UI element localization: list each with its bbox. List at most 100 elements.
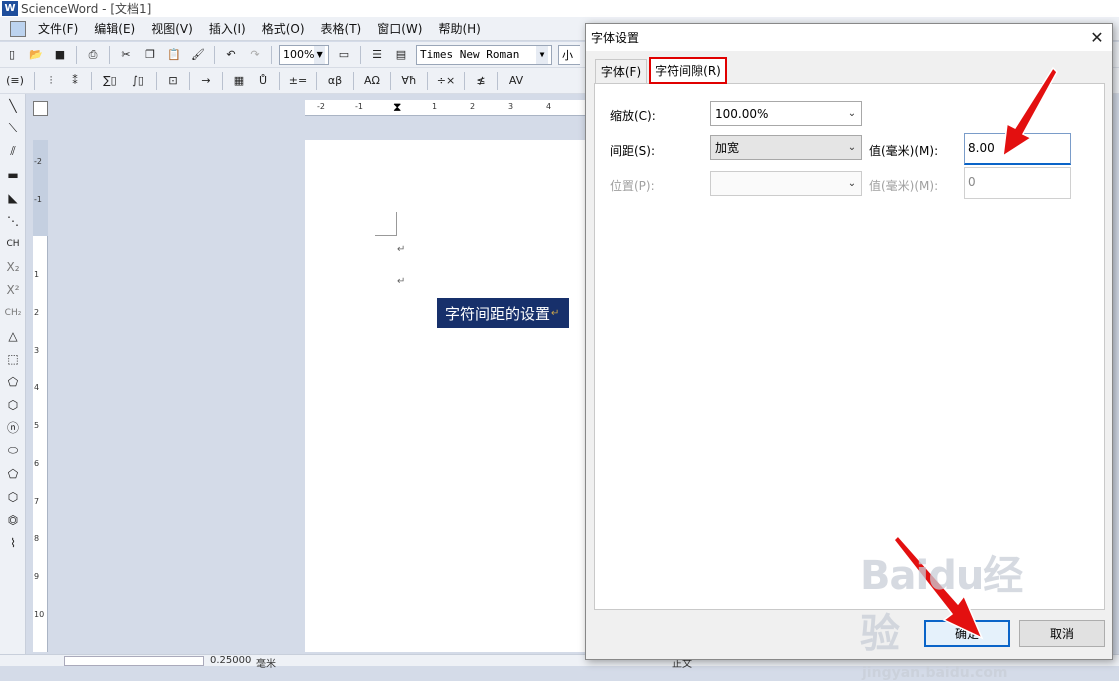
spacing-select[interactable]: 加宽 ⌄ [710, 135, 862, 160]
open-folder-icon[interactable]: 📂 [26, 45, 46, 65]
bracket-tool-button[interactable]: (≡) [2, 71, 28, 91]
sum-tool-button[interactable]: ∑▯ [98, 71, 122, 91]
ruler-tick: 8 [34, 534, 40, 543]
format-painter-icon[interactable]: 🖌 [188, 45, 208, 65]
double-line-tool-icon[interactable]: ⟍ [0, 117, 26, 140]
menu-table[interactable]: 表格(T) [313, 20, 370, 37]
menu-format[interactable]: 格式(O) [254, 20, 313, 37]
hexagon-tool-icon[interactable]: ⬡ [0, 485, 26, 508]
chevron-down-icon: ▼ [314, 45, 325, 64]
toolbar-divider [271, 45, 272, 64]
close-icon[interactable]: ✕ [1082, 24, 1112, 51]
layout-view-icon[interactable]: ▤ [391, 45, 411, 65]
app-title: ScienceWord - [文档1] [21, 2, 152, 16]
spacing-mm-value: 8.00 [968, 141, 995, 155]
arrow-tool-button[interactable]: → [196, 71, 216, 91]
logic-symbol-button[interactable]: ∀ħ [397, 71, 421, 91]
benzene-tool-icon[interactable]: ⏣ [0, 508, 26, 531]
dialog-title: 字体设置 [591, 31, 640, 45]
integral-tool-button[interactable]: ∫▯ [126, 71, 150, 91]
square-ring-icon[interactable]: ⬚ [0, 347, 26, 370]
menu-insert[interactable]: 插入(I) [201, 20, 254, 37]
greek-upper-button[interactable]: ΑΩ [360, 71, 384, 91]
chevron-down-icon: ⌄ [847, 108, 857, 119]
wedge-tool-icon[interactable]: ◣ [0, 186, 26, 209]
spacing-label: 间距(S): [610, 144, 656, 158]
font-size-select[interactable]: 小 [558, 44, 580, 65]
page-view-icon[interactable]: ▭ [334, 45, 354, 65]
chain-tool-icon[interactable]: ⌇ [0, 531, 26, 554]
copy-icon[interactable]: ❐ [140, 45, 160, 65]
fraction-tool-icon[interactable]: ⫶ [41, 71, 61, 91]
toolbar-divider [34, 71, 35, 90]
tab-spacing-label: 字符间隙(R) [655, 64, 721, 78]
kerning-button[interactable]: AV [504, 71, 528, 91]
redo-icon[interactable]: ↷ [245, 45, 265, 65]
matrix-tool-icon[interactable]: ⁑ [65, 71, 85, 91]
menu-file[interactable]: 文件(F) [30, 20, 86, 37]
undo-icon[interactable]: ↶ [221, 45, 241, 65]
menu-window[interactable]: 窗口(W) [369, 20, 430, 37]
box-tool-icon[interactable]: ⊡ [163, 71, 183, 91]
pentagon-ring-icon[interactable]: ⬠ [0, 370, 26, 393]
dash-line-tool-icon[interactable]: ⋱ [0, 209, 26, 232]
misc-symbol-icon[interactable]: ≰ [471, 71, 491, 91]
bold-line-tool-icon[interactable]: ▬ [0, 163, 26, 186]
cut-icon[interactable]: ✂ [116, 45, 136, 65]
menu-edit[interactable]: 编辑(E) [86, 20, 143, 37]
chem-label-button[interactable]: CH [0, 232, 26, 255]
line-tool-icon[interactable]: ╲ [0, 94, 26, 117]
position-mm-value: 0 [968, 175, 976, 189]
ruler-tick: -1 [34, 195, 42, 204]
ruler-corner-tab[interactable] [33, 101, 48, 116]
line-width-value[interactable]: 0.25000 [210, 655, 251, 666]
style-combo[interactable] [64, 656, 204, 666]
ellipse-tool-icon[interactable]: ⬭ [0, 439, 26, 462]
ruler-tick: 2 [470, 102, 476, 111]
menu-view[interactable]: 视图(V) [143, 20, 201, 37]
toolbar-divider [156, 71, 157, 90]
chem-group-button[interactable]: CH₂ [0, 301, 26, 324]
ruler-tick: 7 [34, 497, 40, 506]
toolbar-divider [427, 71, 428, 90]
arith-symbol-button[interactable]: ÷× [434, 71, 458, 91]
ruler-tick: 3 [34, 346, 40, 355]
ruler-margin-area [33, 140, 48, 236]
triangle-ring-icon[interactable]: △ [0, 324, 26, 347]
menu-help[interactable]: 帮助(H) [430, 20, 488, 37]
tab-font[interactable]: 字体(F) [595, 59, 647, 83]
document-page[interactable]: ↵ ↵ [305, 140, 590, 652]
selected-text[interactable]: 字符间距的设置 ↵ [437, 298, 569, 328]
spacing-value: 加宽 [715, 141, 740, 155]
tab-font-label: 字体(F) [600, 65, 642, 79]
paste-icon[interactable]: 📋 [164, 45, 184, 65]
n-ring-icon[interactable]: ⓝ [0, 416, 26, 439]
zoom-select[interactable]: 100% ▼ [279, 44, 329, 65]
hexagon-ring-icon[interactable]: ⬡ [0, 393, 26, 416]
document-menu-icon[interactable] [10, 20, 26, 37]
watermark-brand: Baidu经验 [860, 553, 1023, 657]
indent-marker-icon[interactable]: ⧗ [393, 100, 401, 115]
accent-tool-icon[interactable]: Ů [253, 71, 273, 91]
greek-lower-button[interactable]: αβ [323, 71, 347, 91]
toolbar-divider [222, 71, 223, 90]
toolbar-divider [214, 45, 215, 64]
scale-select[interactable]: 100.00% ⌄ [710, 101, 862, 126]
tab-character-spacing[interactable]: 字符间隙(R) [649, 57, 727, 84]
grid-tool-icon[interactable]: ▦ [229, 71, 249, 91]
vertical-ruler[interactable]: -2 -1 1 2 3 4 5 6 7 8 9 10 [33, 140, 48, 652]
spacing-mm-label: 值(毫米)(M): [869, 144, 939, 158]
font-name-select[interactable]: Times New Roman ▼ [416, 44, 552, 65]
superscript-button[interactable]: X² [0, 278, 26, 301]
new-file-icon[interactable]: ▯ [2, 45, 22, 65]
pentagon-tool-icon[interactable]: ⬠ [0, 462, 26, 485]
save-icon[interactable]: ■ [50, 45, 70, 65]
ruler-tick: -2 [317, 102, 325, 111]
operator-tool-button[interactable]: ±= [286, 71, 310, 91]
horizontal-ruler[interactable]: -2 -1 ⧗ 1 2 3 4 [305, 100, 590, 116]
ruler-tick: 3 [508, 102, 514, 111]
outline-view-icon[interactable]: ☰ [367, 45, 387, 65]
subscript-button[interactable]: X₂ [0, 255, 26, 278]
triple-line-tool-icon[interactable]: ⫽ [0, 140, 26, 163]
print-icon[interactable]: ⎙ [83, 45, 103, 65]
